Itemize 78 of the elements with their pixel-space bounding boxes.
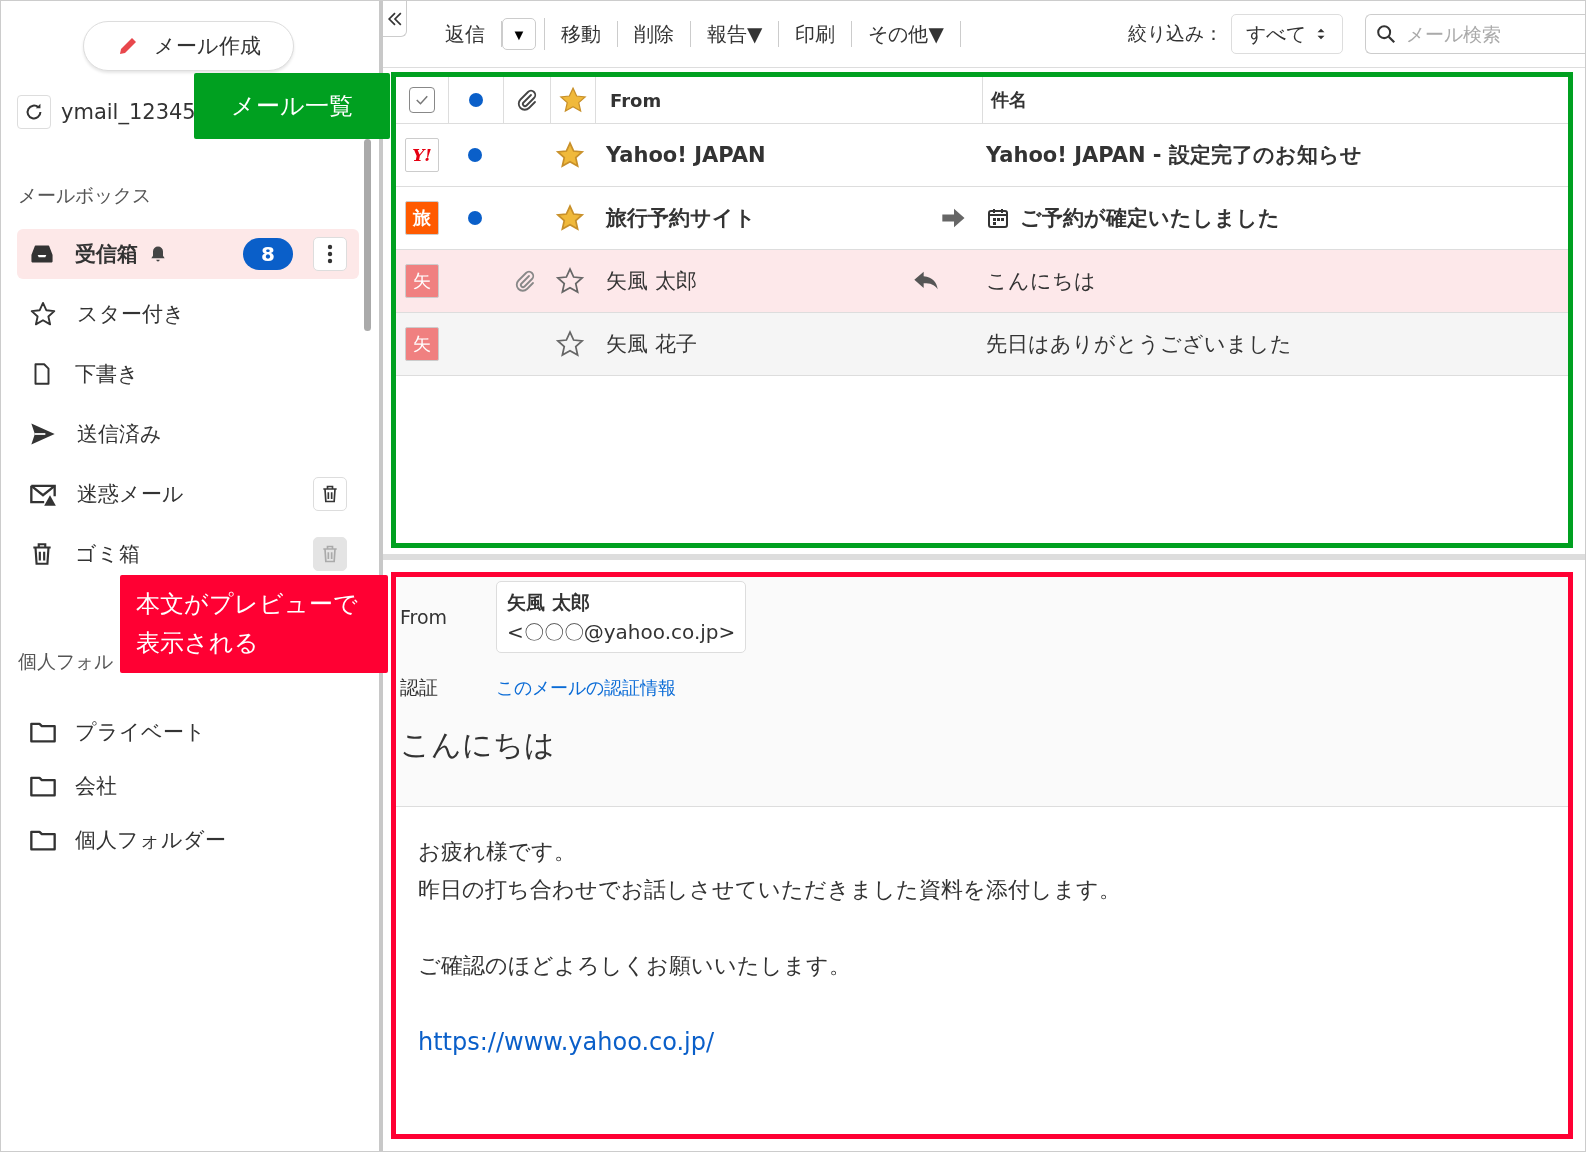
sender-avatar: 矢 [405, 327, 439, 361]
mail-subject: 先日はありがとうございました [986, 331, 1292, 358]
search-icon [1375, 23, 1397, 45]
more-icon [327, 244, 333, 264]
star-icon [29, 300, 57, 328]
star-icon[interactable] [555, 266, 585, 296]
mail-title: こんにちは [400, 726, 556, 764]
account-name: ymail_12345 [61, 100, 196, 124]
section-heading: 個人フォル [18, 649, 113, 674]
mail-row[interactable]: 矢 矢風 太郎 こんにちは [396, 250, 1568, 313]
reply-options-button[interactable]: ▼ [502, 18, 536, 50]
folder-item[interactable]: プライベート [29, 705, 379, 759]
mail-subject: ご予約が確定いたしました [1020, 205, 1280, 232]
mailbox-label: 迷惑メール [77, 481, 184, 508]
folder-label: 会社 [75, 773, 117, 800]
folder-item[interactable]: 会社 [29, 759, 379, 813]
auth-info-link[interactable]: このメールの認証情報 [496, 676, 676, 700]
callout-label: メール一覧 [194, 73, 390, 139]
sender-name: Yahoo! JAPAN [606, 143, 766, 167]
mail-subject: こんにちは [986, 268, 1096, 295]
sender-avatar: 矢 [405, 264, 439, 298]
body-text: お疲れ様です。 [418, 838, 577, 866]
select-all-checkbox[interactable] [409, 87, 435, 113]
mail-row[interactable]: 矢 矢風 花子 先日はありがとうございました [396, 313, 1568, 376]
mailbox-label: ゴミ箱 [75, 541, 140, 568]
mailbox-item[interactable]: 受信箱 8 [17, 229, 359, 279]
column-header[interactable]: From [610, 89, 662, 111]
trash-icon [320, 544, 340, 564]
star-icon [558, 85, 588, 115]
toolbar-button[interactable]: その他▼ [852, 21, 961, 47]
body-text: ご確認のほどよろしくお願いいたします。 [418, 952, 852, 980]
sender-logo: Y! [405, 138, 439, 172]
toolbar-button[interactable]: 削除 [618, 21, 691, 47]
unread-icon [469, 93, 483, 107]
compose-button[interactable]: メール作成 [82, 21, 294, 71]
body-text: 昨日の打ち合わせでお話しさせていただきました資料を添付します。 [418, 876, 1122, 904]
refresh-button[interactable] [17, 95, 51, 129]
star-icon[interactable] [555, 329, 585, 359]
mailbox-label: 受信箱 [75, 241, 138, 268]
url-link[interactable]: https://www.yahoo.co.jp/ [418, 1028, 715, 1056]
mailbox-label: スター付き [77, 301, 185, 328]
mailbox-label: 送信済み [77, 421, 162, 448]
callout-label: 本文がプレビューで表示される [120, 575, 388, 673]
folder-item[interactable]: 個人フォルダー [29, 813, 379, 867]
paperclip-icon [515, 88, 539, 112]
mailbox-item[interactable]: 下書き [17, 349, 359, 399]
mailbox-item[interactable]: 送信済み [17, 409, 359, 459]
sender-name: 矢風 花子 [606, 331, 697, 358]
star-icon[interactable] [555, 140, 585, 170]
filter-select[interactable]: すべて [1231, 14, 1343, 54]
toolbar-button[interactable]: 印刷 [779, 21, 853, 47]
sender-address: <〇〇〇@yahoo.co.jp> [507, 619, 736, 646]
section-heading: メールボックス [18, 183, 151, 208]
mailbox-label: 下書き [75, 361, 139, 388]
trash-icon [320, 484, 340, 504]
mail-subject: Yahoo! JAPAN - 設定完了のお知らせ [986, 142, 1362, 169]
star-icon[interactable] [555, 203, 585, 233]
scrollbar[interactable] [364, 139, 371, 331]
folder-label: プライベート [75, 719, 206, 746]
empty-trash-button[interactable] [313, 477, 347, 511]
search-field[interactable]: メール検索 [1365, 14, 1585, 54]
mailbox-item[interactable]: スター付き [17, 289, 359, 339]
toolbar-button[interactable]: 報告▼ [691, 21, 780, 47]
sender-avatar: 旅 [405, 201, 439, 235]
unread-count: 8 [243, 238, 293, 270]
column-header[interactable]: 件名 [991, 88, 1027, 112]
folder-label: 個人フォルダー [75, 827, 226, 854]
sender-name: 矢風 太郎 [507, 590, 591, 615]
collapse-button[interactable] [383, 1, 407, 37]
sender-card[interactable]: 矢風 太郎 <〇〇〇@yahoo.co.jp> [496, 581, 747, 653]
field-label: From [400, 606, 449, 628]
mailbox-item[interactable]: 迷惑メール [17, 469, 359, 519]
sender-name: 矢風 太郎 [606, 268, 697, 295]
sender-name: 旅行予約サイト [606, 205, 756, 232]
toolbar-button[interactable]: 移動 [545, 21, 618, 47]
field-label: 認証 [400, 675, 439, 700]
filter-label: 絞り込み： [1128, 21, 1223, 46]
more-button[interactable] [313, 237, 347, 271]
